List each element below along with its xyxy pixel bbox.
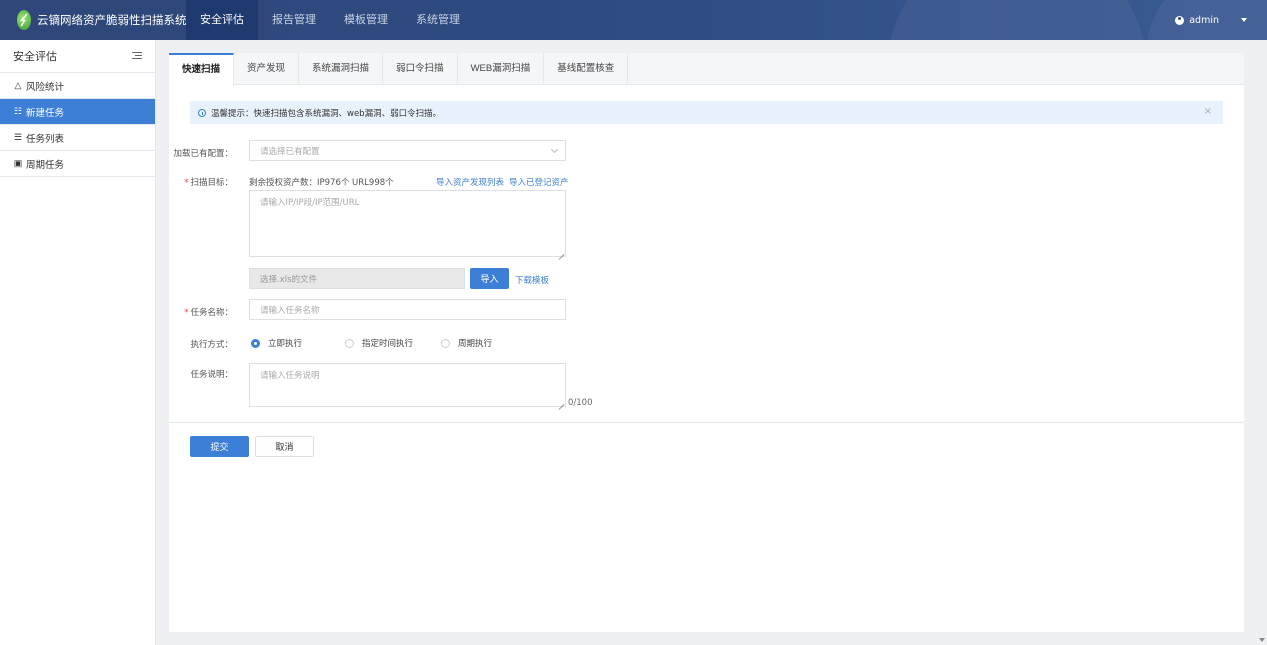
select-placeholder: 请选择已有配置 bbox=[260, 146, 320, 157]
tab-quick-scan[interactable]: 快速扫描 bbox=[169, 53, 235, 86]
main-panel: 快速扫描 资产发现 系统漏洞扫描 弱口令扫描 WEB漏洞扫描 基线配置核查 温馨… bbox=[169, 53, 1244, 632]
logo-icon bbox=[17, 10, 31, 30]
sidebar: 安全评估 △ 风险统计 ☷ 新建任务 ☰ 任务列表 ▣ 周期任务 bbox=[0, 40, 156, 645]
task-name-label: * 任务名称： bbox=[169, 306, 249, 318]
sidebar-title: 安全评估 bbox=[13, 51, 57, 63]
tab-baseline-check[interactable]: 基线配置核查 bbox=[544, 53, 629, 85]
scroll-down-icon[interactable] bbox=[1259, 638, 1265, 642]
tab-asset-discovery[interactable]: 资产发现 bbox=[234, 53, 300, 85]
menu-collapse-icon[interactable] bbox=[132, 52, 142, 60]
char-counter: 0/100 bbox=[568, 398, 593, 408]
radio-unchecked-icon bbox=[345, 338, 354, 348]
textarea-placeholder: 请输入IP/IP段/IP范围/URL bbox=[260, 198, 360, 208]
load-config-select[interactable]: 请选择已有配置 bbox=[249, 140, 566, 161]
tab-system-vuln-scan[interactable]: 系统漏洞扫描 bbox=[299, 53, 384, 85]
radio-checked-icon bbox=[251, 338, 260, 348]
calendar-icon: ▣ bbox=[13, 158, 23, 168]
sidebar-item-label: 周期任务 bbox=[26, 159, 65, 171]
file-select-field[interactable]: 选择.xls的文件 bbox=[249, 268, 465, 289]
app-title: 云镝网络资产脆弱性扫描系统 bbox=[37, 15, 187, 27]
scan-target-label-text: 扫描目标： bbox=[190, 178, 233, 188]
task-desc-textarea[interactable]: 请输入任务说明 bbox=[249, 363, 566, 407]
sidebar-item-task-list[interactable]: ☰ 任务列表 bbox=[0, 125, 155, 151]
username: admin bbox=[1189, 14, 1219, 26]
sidebar-item-risk-statistics[interactable]: △ 风险统计 bbox=[0, 73, 155, 99]
tab-weak-password-scan[interactable]: 弱口令扫描 bbox=[383, 53, 458, 85]
exec-mode-label: 执行方式： bbox=[190, 340, 233, 350]
alert-text: 温馨提示：快速扫描包含系统漏洞、web漏洞、弱口令扫描。 bbox=[211, 108, 442, 119]
scan-target-label: * 扫描目标： bbox=[169, 176, 249, 188]
task-name-label-text: 任务名称： bbox=[190, 308, 233, 318]
cancel-button[interactable]: 取消 bbox=[255, 436, 314, 457]
import-button[interactable]: 导入 bbox=[470, 268, 509, 289]
app-logo-area[interactable]: 云镝网络资产脆弱性扫描系统 bbox=[0, 0, 187, 40]
radio-label: 周期执行 bbox=[458, 339, 493, 349]
nav-template-management[interactable]: 模板管理 bbox=[330, 0, 402, 40]
chevron-down-icon bbox=[550, 145, 559, 154]
sidebar-item-periodic-task[interactable]: ▣ 周期任务 bbox=[0, 151, 155, 177]
required-mark: * bbox=[184, 178, 189, 188]
submit-button[interactable]: 提交 bbox=[190, 436, 249, 457]
radio-unchecked-icon bbox=[441, 338, 450, 348]
nav-report-management[interactable]: 报告管理 bbox=[258, 0, 330, 40]
import-discovery-link[interactable]: 导入资产发现列表 bbox=[436, 176, 504, 188]
info-icon bbox=[198, 108, 206, 117]
task-name-input[interactable]: 请输入任务名称 bbox=[249, 299, 566, 320]
scan-tabs: 快速扫描 资产发现 系统漏洞扫描 弱口令扫描 WEB漏洞扫描 基线配置核查 bbox=[169, 53, 1244, 86]
download-template-link[interactable]: 下载模板 bbox=[515, 274, 549, 286]
textarea-placeholder: 请输入任务说明 bbox=[260, 371, 320, 381]
load-config-label: 加载已有配置： bbox=[173, 149, 233, 159]
remaining-assets-text: 剩余授权资产数：IP976个 URL998个 bbox=[249, 178, 394, 188]
radio-label: 指定时间执行 bbox=[362, 339, 414, 349]
radio-periodic[interactable]: 周期执行 bbox=[441, 337, 492, 349]
required-mark: * bbox=[184, 308, 189, 318]
nav-system-management[interactable]: 系统管理 bbox=[402, 0, 474, 40]
user-icon bbox=[1175, 15, 1185, 25]
list-icon: ☰ bbox=[13, 132, 23, 142]
import-registered-link[interactable]: 导入已登记资产 bbox=[509, 176, 569, 188]
radio-scheduled-time[interactable]: 指定时间执行 bbox=[345, 337, 413, 349]
file-placeholder: 选择.xls的文件 bbox=[260, 274, 318, 285]
input-placeholder: 请输入任务名称 bbox=[260, 305, 320, 316]
main-nav: 安全评估 报告管理 模板管理 系统管理 bbox=[186, 0, 474, 40]
resize-handle-icon[interactable] bbox=[558, 249, 564, 255]
form-divider bbox=[169, 422, 1244, 423]
nav-security-assessment[interactable]: 安全评估 bbox=[186, 0, 258, 40]
tab-web-vuln-scan[interactable]: WEB漏洞扫描 bbox=[458, 53, 545, 85]
close-icon[interactable]: × bbox=[1204, 106, 1212, 117]
sidebar-item-label: 任务列表 bbox=[26, 133, 65, 145]
user-menu[interactable]: admin bbox=[1175, 0, 1247, 40]
sidebar-item-label: 风险统计 bbox=[26, 81, 65, 93]
scan-target-textarea[interactable]: 请输入IP/IP段/IP范围/URL bbox=[249, 190, 566, 257]
tip-alert: 温馨提示：快速扫描包含系统漏洞、web漏洞、弱口令扫描。 × bbox=[190, 101, 1223, 124]
warning-icon: △ bbox=[14, 80, 22, 90]
task-desc-label: 任务说明： bbox=[190, 370, 233, 380]
radio-execute-now[interactable]: 立即执行 bbox=[251, 337, 302, 349]
header-decoration bbox=[887, 0, 1147, 40]
sidebar-header: 安全评估 bbox=[0, 40, 155, 73]
sidebar-item-new-task[interactable]: ☷ 新建任务 bbox=[0, 99, 155, 125]
sidebar-item-label: 新建任务 bbox=[26, 107, 65, 119]
top-bar: 云镝网络资产脆弱性扫描系统 安全评估 报告管理 模板管理 系统管理 admin bbox=[0, 0, 1267, 40]
task-icon: ☷ bbox=[13, 106, 23, 116]
chevron-down-icon[interactable] bbox=[1241, 18, 1247, 22]
resize-handle-icon[interactable] bbox=[558, 399, 564, 405]
radio-label: 立即执行 bbox=[268, 339, 303, 349]
